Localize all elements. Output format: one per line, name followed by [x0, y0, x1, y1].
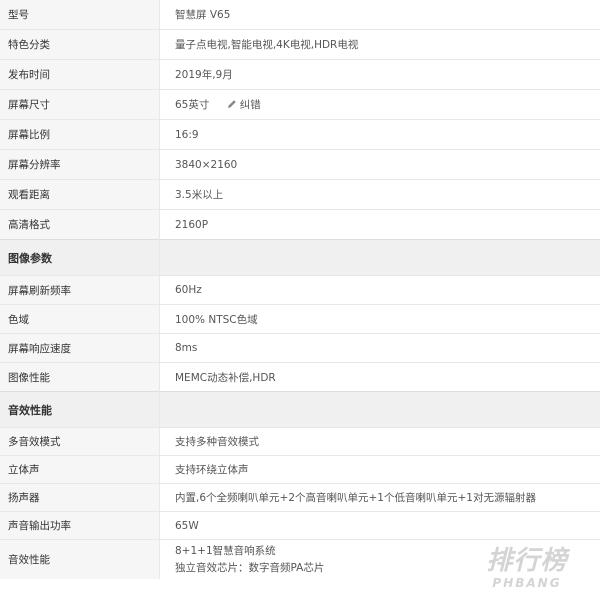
spec-label: 特色分类 — [0, 29, 160, 60]
spec-value: 支持多种音效模式 — [159, 427, 600, 456]
site-watermark: 排行榜 PHBANG — [472, 546, 582, 594]
spec-label: 观看距离 — [0, 179, 160, 210]
spec-label: 音效性能 — [0, 539, 160, 579]
spec-label: 色域 — [0, 304, 160, 334]
spec-label: 扬声器 — [0, 483, 160, 512]
spec-row-sound-modes: 多音效模式 支持多种音效模式 — [0, 427, 600, 456]
spec-label: 屏幕响应速度 — [0, 333, 160, 363]
spec-label: 屏幕刷新频率 — [0, 275, 160, 305]
section-title: 音效性能 — [0, 391, 160, 428]
spec-label: 型号 — [0, 0, 160, 30]
spec-row-image-performance: 图像性能 MEMC动态补偿,HDR — [0, 362, 600, 392]
spec-table: 型号 智慧屏 V65 特色分类 量子点电视,智能电视,4K电视,HDR电视 发布… — [0, 0, 600, 579]
spec-value: 智慧屏 V65 — [175, 9, 231, 21]
spec-row-resolution: 屏幕分辨率 3840×2160 — [0, 149, 600, 180]
spec-value: 3840×2160 — [159, 149, 600, 180]
section-title: 图像参数 — [0, 239, 160, 276]
spec-label: 立体声 — [0, 455, 160, 484]
spec-row-output-power: 声音输出功率 65W — [0, 511, 600, 540]
spec-label: 发布时间 — [0, 59, 160, 90]
spec-value: 量子点电视,智能电视,4K电视,HDR电视 — [159, 29, 600, 60]
spec-value: 支持环绕立体声 — [159, 455, 600, 484]
spec-value-cell: 65英寸 纠错 — [159, 89, 600, 120]
spec-value: 65W — [159, 511, 600, 540]
spec-value: 8ms — [159, 333, 600, 363]
pencil-icon — [227, 100, 236, 108]
spec-label: 多音效模式 — [0, 427, 160, 456]
section-header-image: 图像参数 — [0, 239, 600, 276]
spec-label: 屏幕比例 — [0, 119, 160, 150]
section-header-audio: 音效性能 — [0, 391, 600, 428]
spec-value: 2160P — [159, 209, 600, 240]
spec-label: 屏幕尺寸 — [0, 89, 160, 120]
spec-label: 声音输出功率 — [0, 511, 160, 540]
correction-link[interactable]: 纠错 — [227, 99, 261, 111]
spec-row-screen-size: 屏幕尺寸 65英寸 纠错 — [0, 89, 600, 120]
spec-value: 3.5米以上 — [159, 179, 600, 210]
spec-row-response-time: 屏幕响应速度 8ms — [0, 333, 600, 363]
spec-row-color-gamut: 色域 100% NTSC色域 — [0, 304, 600, 334]
spec-row-stereo: 立体声 支持环绕立体声 — [0, 455, 600, 484]
spec-value: 2019年,9月 — [159, 59, 600, 90]
spec-value: 60Hz — [159, 275, 600, 305]
spec-value: 内置,6个全频喇叭单元+2个高音喇叭单元+1个低音喇叭单元+1对无源辐射器 — [159, 483, 600, 512]
watermark-subtext: PHBANG — [492, 576, 562, 590]
spec-value: 100% NTSC色域 — [159, 304, 600, 334]
spec-row-hd-format: 高清格式 2160P — [0, 209, 600, 240]
spec-row-release-date: 发布时间 2019年,9月 — [0, 59, 600, 90]
spec-row-viewing-distance: 观看距离 3.5米以上 — [0, 179, 600, 210]
correction-link-label: 纠错 — [239, 99, 261, 111]
spec-value: 65英寸 — [175, 99, 210, 111]
spec-row-refresh-rate: 屏幕刷新频率 60Hz — [0, 275, 600, 305]
watermark-text: 排行榜 — [486, 546, 568, 576]
spec-row-category: 特色分类 量子点电视,智能电视,4K电视,HDR电视 — [0, 29, 600, 60]
spec-value: 16:9 — [159, 119, 600, 150]
spec-label: 图像性能 — [0, 362, 160, 392]
spec-value: MEMC动态补偿,HDR — [159, 362, 600, 392]
spec-row-model: 型号 智慧屏 V65 — [0, 0, 600, 30]
spec-label: 高清格式 — [0, 209, 160, 240]
spec-label: 屏幕分辨率 — [0, 149, 160, 180]
spec-row-aspect-ratio: 屏幕比例 16:9 — [0, 119, 600, 150]
spec-row-speakers: 扬声器 内置,6个全频喇叭单元+2个高音喇叭单元+1个低音喇叭单元+1对无源辐射… — [0, 483, 600, 512]
